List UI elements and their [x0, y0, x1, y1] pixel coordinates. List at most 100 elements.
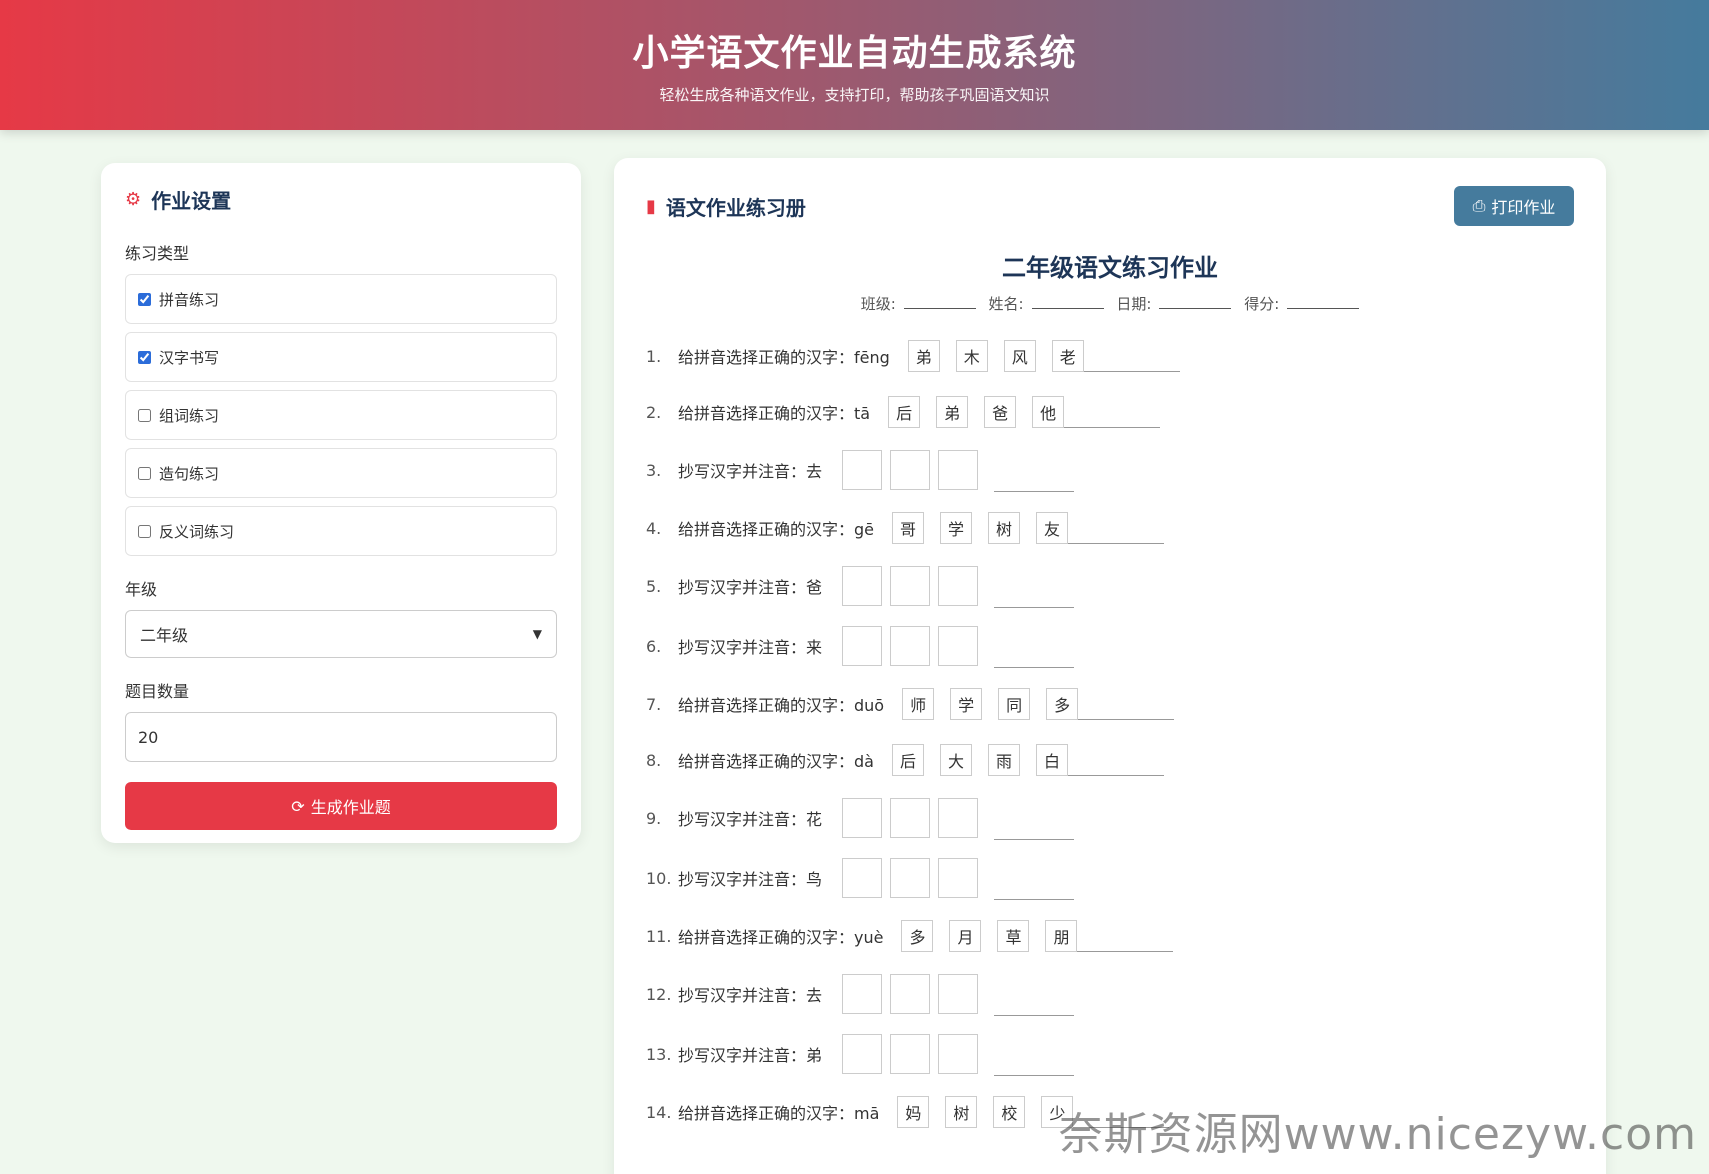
option-box[interactable]: 弟: [936, 396, 969, 428]
option-box[interactable]: 雨: [987, 744, 1020, 776]
question-row: 7. 给拼音选择正确的汉字：duō 师学同多: [646, 676, 1574, 732]
writing-box: [890, 566, 931, 606]
question-row: 10. 抄写汉字并注音：鸟: [646, 848, 1574, 908]
print-button[interactable]: ⎙ 打印作业: [1454, 186, 1574, 226]
type-checkbox[interactable]: [138, 466, 151, 480]
writing-box: [938, 626, 979, 666]
student-info-line: 班级: 姓名: 日期: 得分:: [646, 293, 1574, 314]
option-box[interactable]: 老: [1051, 340, 1084, 372]
question-list: 1. 给拼音选择正确的汉字：fēng 弟木风老 2. 给拼音选择正确的汉字：tā 后弟爸他…: [646, 328, 1574, 1140]
question-text: 抄写汉字并注音：鸟: [678, 870, 823, 889]
class-blank: [903, 295, 976, 309]
question-number: 11.: [646, 926, 672, 946]
writing-box: [938, 566, 979, 606]
date-blank: [1159, 295, 1232, 309]
option-box[interactable]: 树: [945, 1096, 978, 1128]
writing-box: [842, 626, 883, 666]
question-row: 2. 给拼音选择正确的汉字：tā 后弟爸他: [646, 384, 1574, 440]
question-text: 抄写汉字并注音：花: [678, 810, 823, 829]
question-number: 1.: [646, 346, 662, 366]
option-box[interactable]: 木: [955, 340, 988, 372]
question-row: 4. 给拼音选择正确的汉字：gē 哥学树友: [646, 500, 1574, 556]
writing-box: [938, 450, 979, 490]
writing-box: [842, 798, 883, 838]
question-number: 10.: [646, 868, 672, 888]
question-text: 给拼音选择正确的汉字：mā: [678, 1104, 880, 1123]
option-box[interactable]: 弟: [907, 340, 940, 372]
writing-box: [938, 1034, 979, 1074]
type-option[interactable]: 汉字书写: [125, 332, 557, 382]
type-checkbox[interactable]: [138, 408, 151, 422]
option-box[interactable]: 同: [998, 688, 1031, 720]
writing-box: [890, 1034, 931, 1074]
question-row: 11. 给拼音选择正确的汉字：yuè 多月草朋: [646, 908, 1574, 964]
chevron-down-icon: ▼: [532, 627, 542, 641]
pinyin-line: [994, 586, 1075, 608]
option-box[interactable]: 大: [939, 744, 972, 776]
option-box[interactable]: 学: [950, 688, 983, 720]
answer-line: [1068, 512, 1165, 544]
type-checkbox[interactable]: [138, 292, 151, 306]
option-box[interactable]: 多: [1046, 688, 1079, 720]
option-box[interactable]: 后: [888, 396, 921, 428]
question-number: 2.: [646, 402, 662, 422]
question-text: 给拼音选择正确的汉字：yuè: [678, 928, 884, 947]
option-box[interactable]: 白: [1035, 744, 1068, 776]
option-box[interactable]: 哥: [892, 512, 925, 544]
type-option[interactable]: 反义词练习: [125, 506, 557, 556]
question-row: 5. 抄写汉字并注音：爸: [646, 556, 1574, 616]
question-number: 3.: [646, 460, 662, 480]
question-number: 8.: [646, 750, 662, 770]
book-icon: ▮: [646, 195, 656, 217]
writing-box: [890, 798, 931, 838]
option-box[interactable]: 朋: [1045, 920, 1078, 952]
type-option[interactable]: 拼音练习: [125, 274, 557, 324]
option-box[interactable]: 后: [891, 744, 924, 776]
answer-line: [1077, 920, 1174, 952]
writing-box: [842, 450, 883, 490]
answer-line: [1078, 688, 1175, 720]
option-box[interactable]: 爸: [984, 396, 1017, 428]
question-text: 给拼音选择正确的汉字：fēng: [678, 348, 890, 367]
watermark: 奈斯资源网www.nicezyw.com: [1058, 1109, 1697, 1160]
question-row: 12. 抄写汉字并注音：去: [646, 964, 1574, 1024]
option-box[interactable]: 师: [902, 688, 935, 720]
option-box[interactable]: 风: [1003, 340, 1036, 372]
option-box[interactable]: 妈: [897, 1096, 930, 1128]
score-blank: [1287, 295, 1360, 309]
option-box[interactable]: 学: [940, 512, 973, 544]
pinyin-line: [994, 818, 1075, 840]
option-box[interactable]: 草: [997, 920, 1030, 952]
answer-line: [1064, 396, 1161, 428]
type-checkbox[interactable]: [138, 524, 151, 538]
count-input[interactable]: 20: [125, 712, 557, 762]
sheet-title: 二年级语文练习作业: [1002, 254, 1218, 282]
type-option[interactable]: 组词练习: [125, 390, 557, 440]
pinyin-line: [994, 878, 1075, 900]
question-row: 3. 抄写汉字并注音：去: [646, 440, 1574, 500]
grade-select[interactable]: 二年级 ▼: [125, 610, 557, 658]
workbook-panel: ▮ 语文作业练习册 ⎙ 打印作业 二年级语文练习作业 班级: 姓名: 日期: 得…: [614, 158, 1606, 1174]
option-box[interactable]: 他: [1032, 396, 1065, 428]
printer-icon: ⎙: [1472, 196, 1486, 215]
writing-box: [890, 450, 931, 490]
option-box[interactable]: 友: [1036, 512, 1069, 544]
generate-button[interactable]: ⟳ 生成作业题: [125, 782, 557, 830]
type-checkbox[interactable]: [138, 350, 151, 364]
grade-label: 年级: [125, 580, 158, 599]
option-box[interactable]: 校: [993, 1096, 1026, 1128]
writing-box: [938, 798, 979, 838]
question-row: 9. 抄写汉字并注音：花: [646, 788, 1574, 848]
option-box[interactable]: 树: [988, 512, 1021, 544]
question-text: 给拼音选择正确的汉字：duō: [678, 696, 885, 715]
workbook-title: ▮ 语文作业练习册: [646, 195, 806, 220]
type-option[interactable]: 造句练习: [125, 448, 557, 498]
type-label: 练习类型: [125, 244, 190, 263]
question-row: 8. 给拼音选择正确的汉字：dà 后大雨白: [646, 732, 1574, 788]
option-box[interactable]: 多: [901, 920, 934, 952]
name-blank: [1031, 295, 1104, 309]
page-header: 小学语文作业自动生成系统 轻松生成各种语文作业，支持打印，帮助孩子巩固语文知识: [0, 0, 1709, 130]
option-box[interactable]: 月: [949, 920, 982, 952]
count-label: 题目数量: [125, 682, 190, 701]
writing-box: [890, 858, 931, 898]
